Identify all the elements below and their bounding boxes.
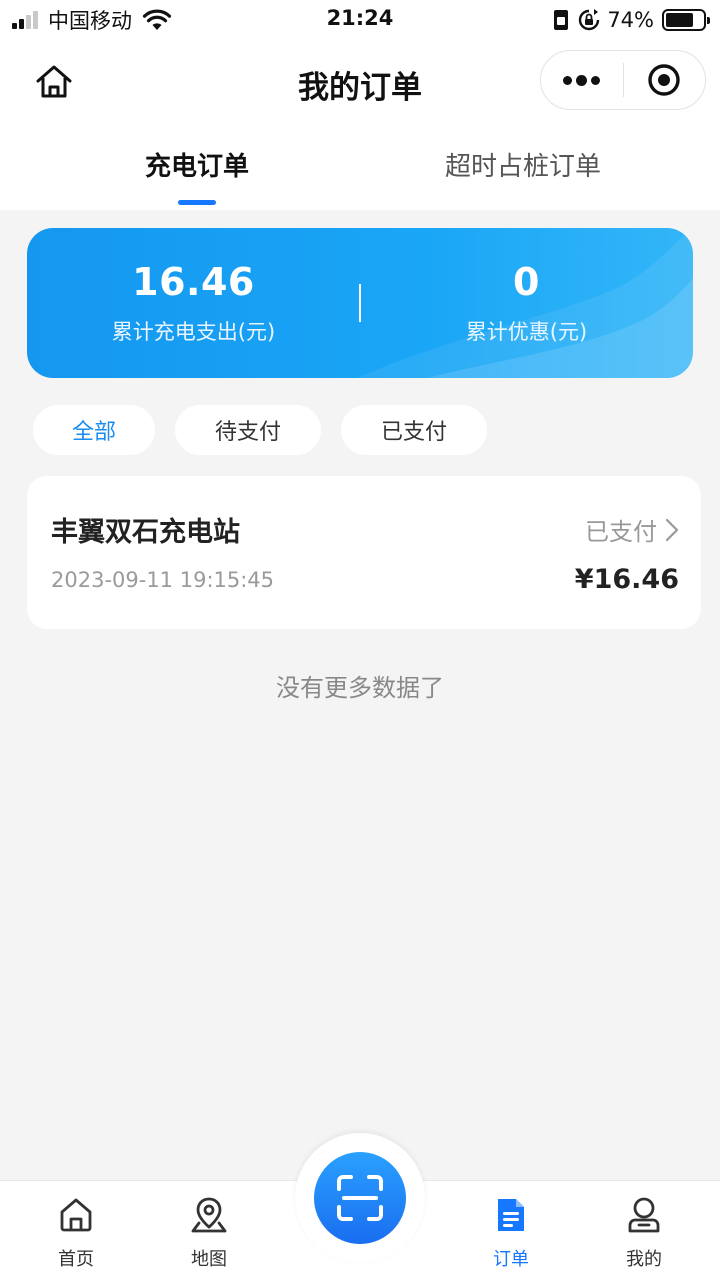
total-spend-label: 累计充电支出(元)	[111, 320, 276, 344]
bottom-nav-me-label: 我的	[626, 1249, 662, 1270]
filter-paid[interactable]: 已支付	[341, 405, 487, 455]
tab-charging-orders[interactable]: 充电订单	[140, 146, 254, 183]
tab-overtime-occupancy-orders[interactable]: 超时占桩订单	[438, 146, 608, 183]
bottom-nav-home[interactable]: 首页	[21, 1193, 131, 1271]
battery-level	[666, 13, 693, 27]
battery-percent: 74%	[607, 8, 654, 32]
status-right: 74%	[553, 6, 710, 34]
order-amount: ¥16.46	[574, 564, 679, 595]
battery-icon	[662, 9, 710, 31]
order-status-text: 已支付	[585, 518, 657, 546]
scan-icon	[337, 1175, 383, 1221]
scan-button[interactable]	[314, 1152, 406, 1244]
chevron-right-icon	[665, 518, 679, 541]
sim-card-icon	[554, 10, 569, 30]
status-filters: 全部 待支付 已支付	[33, 405, 507, 455]
total-discount-label: 累计优惠(元)	[465, 320, 588, 344]
bottom-nav-home-label: 首页	[58, 1249, 94, 1270]
bottom-nav-me[interactable]: 我的	[589, 1193, 699, 1271]
order-status: 已支付	[585, 512, 679, 547]
filter-pending-payment[interactable]: 待支付	[175, 405, 321, 455]
map-pin-icon	[191, 1197, 227, 1233]
rotation-lock-icon	[579, 9, 600, 31]
total-spend-value: 16.46	[132, 260, 255, 304]
tab-indicator	[178, 200, 216, 205]
bottom-nav-map-label: 地图	[191, 1249, 227, 1270]
nav-bar: 我的订单	[0, 40, 720, 124]
list-end-text: 没有更多数据了	[276, 674, 444, 702]
miniapp-close-icon	[648, 64, 680, 96]
total-discount-value: 0	[513, 260, 540, 304]
home-icon	[60, 1198, 92, 1232]
more-dots-icon	[561, 74, 602, 86]
bottom-nav-orders[interactable]: 订单	[456, 1193, 566, 1271]
more-button[interactable]	[541, 50, 623, 110]
bottom-nav-orders-label: 订单	[493, 1249, 529, 1270]
total-discount: 0 累计优惠(元)	[360, 228, 693, 378]
status-bar: 中国移动 21:24 74%	[0, 0, 720, 40]
order-time: 2023-09-11 19:15:45	[51, 568, 275, 592]
order-card[interactable]: 丰翼双石充电站 已支付 2023-09-11 19:15:45 ¥16.46	[27, 476, 701, 629]
summary-card: 16.46 累计充电支出(元) 0 累计优惠(元)	[27, 228, 693, 378]
miniapp-capsule	[540, 50, 706, 110]
order-tabs: 充电订单 超时占桩订单	[0, 124, 720, 210]
bottom-nav-map[interactable]: 地图	[154, 1193, 264, 1271]
user-icon	[628, 1197, 660, 1233]
station-name: 丰翼双石充电站	[51, 517, 240, 548]
order-document-icon	[498, 1199, 524, 1231]
filter-all[interactable]: 全部	[33, 405, 155, 455]
total-spend: 16.46 累计充电支出(元)	[27, 228, 360, 378]
miniapp-close-button[interactable]	[624, 50, 706, 110]
